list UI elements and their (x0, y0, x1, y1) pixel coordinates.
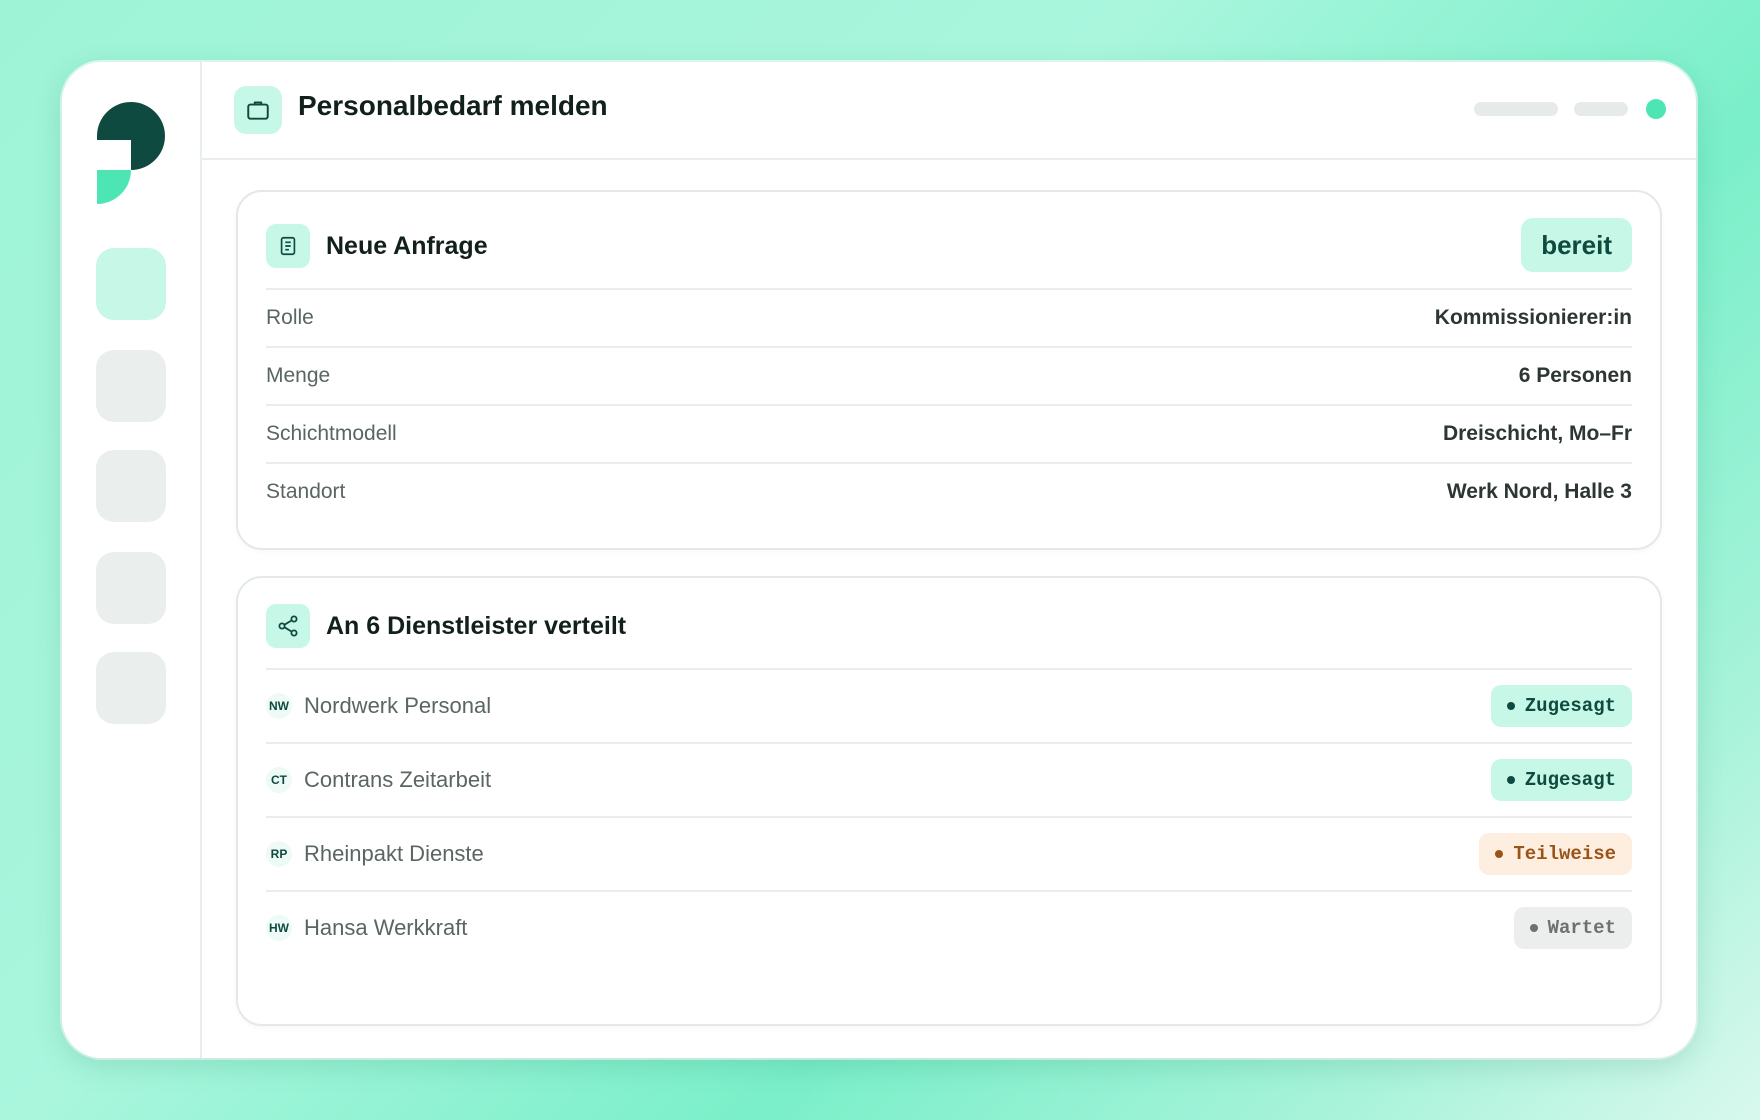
vendor-avatar: RP (266, 841, 292, 867)
placeholder-pill (1474, 102, 1558, 116)
status-badge: bereit (1521, 218, 1632, 272)
vendor-name: Hansa Werkkraft (304, 915, 468, 940)
page-title: Personalbedarf melden (298, 90, 608, 121)
app-window: Personalbedarf melden Neue Anfrage berei… (62, 62, 1696, 1058)
sidebar (62, 62, 202, 1058)
vendor-name: Nordwerk Personal (304, 693, 492, 718)
status-dot-icon (1529, 924, 1538, 932)
status-badge: Zugesagt (1490, 759, 1632, 801)
sidebar-item-3[interactable] (96, 450, 166, 522)
request-card: Neue Anfrage bereit Rolle Kommissioniere… (236, 190, 1662, 550)
brand-logo (97, 102, 165, 204)
vendor-name: Rheinpakt Dienste (304, 841, 484, 866)
status-dot-icon (1495, 850, 1504, 858)
status-label: Wartet (1547, 917, 1616, 939)
vendor-row[interactable]: NW Nordwerk Personal Zugesagt (266, 668, 1632, 742)
sidebar-item-1[interactable] (96, 248, 166, 320)
field-label: Schichtmodell (266, 422, 397, 445)
vendor-row[interactable]: RP Rheinpakt Dienste Teilweise (266, 816, 1632, 890)
distribution-card: An 6 Dienstleister verteilt NW Nordwerk … (236, 576, 1662, 1026)
document-icon (266, 224, 310, 268)
status-label: Zugesagt (1524, 695, 1616, 717)
field-value: Kommissionierer:in (1434, 306, 1632, 329)
share-icon (266, 604, 310, 648)
field-value: Dreischicht, Mo–Fr (1442, 422, 1632, 445)
field-label: Rolle (266, 306, 314, 329)
field-row-schichtmodell: Schichtmodell Dreischicht, Mo–Fr (266, 404, 1632, 462)
vendor-avatar: CT (266, 767, 292, 793)
field-row-rolle: Rolle Kommissionierer:in (266, 288, 1632, 346)
sidebar-item-2[interactable] (96, 350, 166, 422)
vendor-row[interactable]: CT Contrans Zeitarbeit Zugesagt (266, 742, 1632, 816)
top-bar: Personalbedarf melden (202, 62, 1696, 160)
online-status-dot (1646, 99, 1666, 119)
card-title: Neue Anfrage (326, 232, 488, 260)
field-label: Standort (266, 480, 346, 503)
status-label: Teilweise (1513, 843, 1616, 865)
field-label: Menge (266, 364, 331, 387)
field-row-menge: Menge 6 Personen (266, 346, 1632, 404)
card-title: An 6 Dienstleister verteilt (326, 612, 627, 640)
briefcase-icon (234, 86, 282, 134)
vendor-avatar: NW (266, 693, 292, 719)
status-badge: Wartet (1513, 907, 1632, 949)
field-value: 6 Personen (1518, 364, 1632, 387)
vendor-name: Contrans Zeitarbeit (304, 767, 492, 792)
status-badge: Teilweise (1479, 833, 1632, 875)
status-badge: Zugesagt (1490, 685, 1632, 727)
status-label: Zugesagt (1524, 769, 1616, 791)
field-value: Werk Nord, Halle 3 (1446, 480, 1632, 503)
sidebar-item-4[interactable] (96, 552, 166, 624)
field-row-standort: Standort Werk Nord, Halle 3 (266, 462, 1632, 520)
sidebar-item-5[interactable] (96, 652, 166, 724)
vendor-avatar: HW (266, 915, 292, 941)
status-dot-icon (1506, 776, 1515, 784)
status-dot-icon (1506, 702, 1515, 710)
vendor-row[interactable]: HW Hansa Werkkraft Wartet (266, 890, 1632, 964)
placeholder-pill (1574, 102, 1628, 116)
